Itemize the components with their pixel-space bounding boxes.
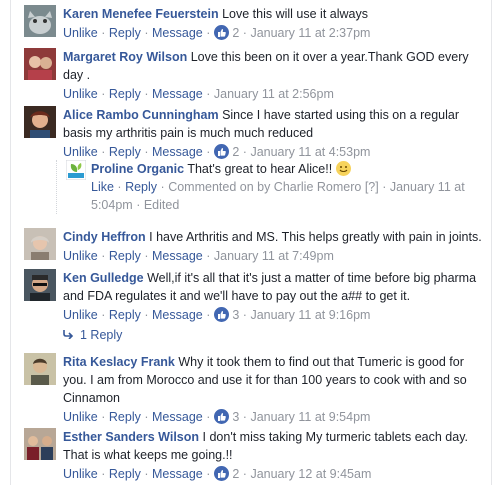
reply-button[interactable]: Reply — [109, 87, 141, 101]
comment-item: Rita Keslacy Frank Why it took them to f… — [24, 353, 488, 425]
like-count[interactable]: 2 — [232, 26, 239, 40]
thumbs-up-icon[interactable] — [213, 144, 229, 159]
comment-text: I have Arthritis and MS. This helps grea… — [149, 230, 482, 244]
like-count[interactable]: 2 — [232, 467, 239, 481]
avatar[interactable] — [24, 5, 56, 37]
reply-arrow-icon — [62, 328, 74, 342]
reply-item: Proline Organic That's great to hear Ali… — [56, 160, 488, 214]
reply-button[interactable]: Reply — [109, 410, 141, 424]
thumbs-up-icon[interactable] — [213, 409, 229, 424]
edited-label[interactable]: Edited — [144, 198, 179, 212]
commenter-name[interactable]: Rita Keslacy Frank — [63, 355, 175, 369]
message-button[interactable]: Message — [152, 145, 203, 159]
commented-on-text: Commented on by Charlie Romero — [168, 180, 362, 194]
unlike-button[interactable]: Unlike — [63, 87, 98, 101]
avatar[interactable] — [24, 48, 56, 80]
unlike-button[interactable]: Unlike — [63, 26, 98, 40]
commenter-name[interactable]: Margaret Roy Wilson — [63, 50, 187, 64]
avatar[interactable] — [24, 228, 56, 260]
thumbs-up-icon[interactable] — [213, 466, 229, 481]
thumbs-up-icon[interactable] — [213, 25, 229, 40]
unlike-button[interactable]: Unlike — [63, 308, 98, 322]
unlike-button[interactable]: Unlike — [63, 410, 98, 424]
reply-button[interactable]: Reply — [109, 26, 141, 40]
thumbs-up-icon[interactable] — [213, 307, 229, 322]
comment-text: Love this will use it always — [222, 7, 368, 21]
comment-item: Karen Menefee Feuerstein Love this will … — [24, 5, 488, 43]
avatar[interactable] — [66, 160, 86, 180]
reply-button[interactable]: Reply — [109, 145, 141, 159]
message-button[interactable]: Message — [152, 26, 203, 40]
comment-text: That's great to hear Alice!! — [187, 162, 333, 176]
message-button[interactable]: Message — [152, 249, 203, 263]
timestamp[interactable]: January 12 at 9:45am — [250, 467, 371, 481]
smile-emoji-icon — [335, 161, 351, 176]
comment-item: Esther Sanders Wilson I don't miss takin… — [24, 428, 488, 484]
avatar[interactable] — [24, 353, 56, 385]
like-count[interactable]: 3 — [232, 410, 239, 424]
message-button[interactable]: Message — [152, 467, 203, 481]
unlike-button[interactable]: Unlike — [63, 249, 98, 263]
reply-button[interactable]: Reply — [109, 308, 141, 322]
commenter-name[interactable]: Ken Gulledge — [63, 271, 144, 285]
avatar[interactable] — [24, 428, 56, 460]
message-button[interactable]: Message — [152, 410, 203, 424]
view-replies-link[interactable]: 1 Reply — [62, 328, 122, 342]
commenter-name[interactable]: Esther Sanders Wilson — [63, 430, 199, 444]
message-button[interactable]: Message — [152, 308, 203, 322]
like-count[interactable]: 3 — [232, 308, 239, 322]
comment-item: Margaret Roy Wilson Love this been on it… — [24, 48, 488, 104]
like-button[interactable]: Like — [91, 180, 114, 194]
message-button[interactable]: Message — [152, 87, 203, 101]
unlike-button[interactable]: Unlike — [63, 145, 98, 159]
reply-button[interactable]: Reply — [125, 180, 157, 194]
comment-item: Cindy Heffron I have Arthritis and MS. T… — [24, 228, 488, 266]
replies-count-label[interactable]: 1 Reply — [80, 328, 122, 342]
commenter-name[interactable]: Alice Rambo Cunningham — [63, 108, 219, 122]
timestamp[interactable]: January 11 at 9:16pm — [250, 308, 370, 322]
timestamp[interactable]: January 11 at 2:56pm — [214, 87, 334, 101]
comment-item: Ken Gulledge Well,if it's all that it's … — [24, 269, 488, 325]
timestamp[interactable]: January 11 at 4:53pm — [250, 145, 370, 159]
commenter-name[interactable]: Karen Menefee Feuerstein — [63, 7, 219, 21]
avatar[interactable] — [24, 106, 56, 138]
timestamp[interactable]: January 11 at 2:37pm — [250, 26, 370, 40]
avatar[interactable] — [24, 269, 56, 301]
commenter-name[interactable]: Proline Organic — [91, 162, 184, 176]
comment-item: Alice Rambo Cunningham Since I have star… — [24, 106, 488, 162]
timestamp[interactable]: January 11 at 9:54pm — [250, 410, 370, 424]
reply-button[interactable]: Reply — [109, 467, 141, 481]
like-count[interactable]: 2 — [232, 145, 239, 159]
commenter-name[interactable]: Cindy Heffron — [63, 230, 146, 244]
reply-button[interactable]: Reply — [109, 249, 141, 263]
unlike-button[interactable]: Unlike — [63, 467, 98, 481]
timestamp[interactable]: January 11 at 7:49pm — [214, 249, 334, 263]
help-link[interactable]: [?] — [365, 180, 379, 194]
